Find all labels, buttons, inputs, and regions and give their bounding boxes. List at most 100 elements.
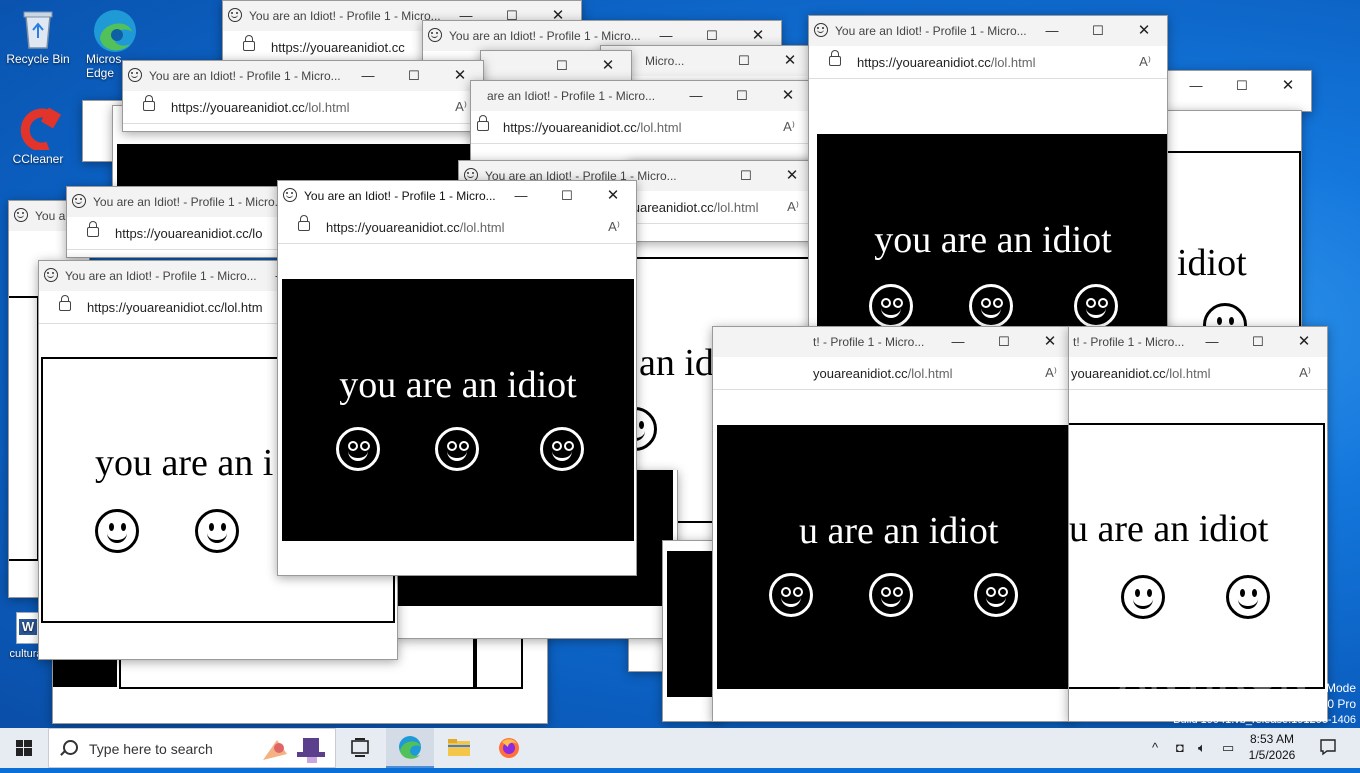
read-aloud-icon[interactable]: A⁾ <box>1045 365 1057 381</box>
url-text[interactable]: https://youareanidiot.cc/lol.html <box>326 220 505 235</box>
maximize-button[interactable]: ☐ <box>721 46 767 76</box>
window-title: You are an Idiot! - Profile 1 - Micro... <box>835 24 1027 38</box>
title-bar[interactable]: You are an Idiot! - Profile 1 - Micro... <box>67 187 307 217</box>
meet-now-icon[interactable]: ◘ <box>1176 740 1184 755</box>
search-box[interactable]: Type here to search <box>48 728 336 768</box>
close-button[interactable]: ✕ <box>1281 327 1327 357</box>
address-bar[interactable]: youareanidiot.cc/lol.html A⁾ <box>1069 357 1327 390</box>
file-explorer-icon[interactable] <box>436 728 482 768</box>
edge-taskbar-button[interactable] <box>386 728 434 768</box>
maximize-button[interactable]: ☐ <box>1219 71 1265 101</box>
volume-icon[interactable]: 🔈︎ <box>1198 740 1206 756</box>
popup-window[interactable]: You are an Idiot! - Profile 1 - Micro...… <box>122 60 484 132</box>
read-aloud-icon[interactable]: A⁾ <box>1299 365 1311 381</box>
address-bar[interactable]: https://youareanidiot.cc/lol.html A⁾ <box>471 111 811 144</box>
title-bar[interactable]: Micro... ☐ ✕ <box>601 46 813 76</box>
smiley-face-icon <box>769 573 813 617</box>
read-aloud-icon[interactable]: A⁾ <box>787 199 799 215</box>
popup-window[interactable]: You are an Idiot! - Profile 1 - Micro...… <box>66 186 308 258</box>
maximize-button[interactable]: ☐ <box>544 181 590 211</box>
url-text[interactable]: youareanidiot.cc/lol.html <box>813 366 952 381</box>
desktop-icon-recycle-bin[interactable]: Recycle Bin <box>0 8 76 66</box>
close-button[interactable]: ✕ <box>590 181 636 211</box>
maximize-button[interactable]: ☐ <box>539 51 585 81</box>
address-bar[interactable]: https://youareanidiot.cc/lol.html A⁾ <box>809 46 1167 79</box>
ccleaner-icon <box>18 107 62 152</box>
smiley-face-icon <box>1074 284 1118 328</box>
minimize-button[interactable]: — <box>935 327 981 357</box>
url-text[interactable]: https://youareanidiot.cc/lol.htm <box>87 300 263 315</box>
close-button[interactable]: ✕ <box>767 46 813 76</box>
message-panel: u are an idiot <box>717 425 1069 689</box>
network-icon[interactable]: ▭ <box>1222 740 1234 756</box>
close-button[interactable]: ✕ <box>1121 16 1167 46</box>
read-aloud-icon[interactable]: A⁾ <box>455 99 467 115</box>
minimize-button[interactable]: — <box>345 61 391 91</box>
white-panel <box>9 296 39 561</box>
address-bar[interactable]: https://youareanidiot.cc/lo <box>67 217 307 250</box>
read-aloud-icon[interactable]: A⁾ <box>1139 54 1151 70</box>
popup-window-active[interactable]: You are an Idiot! - Profile 1 - Micro...… <box>277 180 637 576</box>
smiley-favicon-icon <box>14 208 28 222</box>
url-text[interactable]: youareanidiot.cc/lol.html <box>619 200 758 215</box>
close-button[interactable]: ✕ <box>765 81 811 111</box>
desktop-icon-ccleaner[interactable]: CCleaner <box>0 107 76 166</box>
windows-build-watermark: Mode 10 Pro Build 19041.vb_release.19120… <box>1170 680 1356 728</box>
smiley-face-icon <box>336 427 380 471</box>
title-bar[interactable]: t! - Profile 1 - Micro... — ☐ ✕ <box>1069 327 1327 357</box>
title-bar[interactable]: You are an Idiot! - Profile 1 - Micro...… <box>123 61 483 91</box>
minimize-button[interactable]: — <box>1029 16 1075 46</box>
message-panel: you are an idiot <box>282 279 634 541</box>
url-text[interactable]: https://youareanidiot.cc/lo <box>115 226 262 241</box>
maximize-button[interactable]: ☐ <box>981 327 1027 357</box>
window-title: You ar <box>35 209 70 223</box>
window-title: You are an Idiot! - Profile 1 - Micro... <box>93 195 285 209</box>
minimize-button[interactable]: — <box>1173 71 1219 101</box>
minimize-button[interactable]: — <box>673 81 719 111</box>
address-bar[interactable]: https://youareanidiot.cc/lol.html A⁾ <box>123 91 483 124</box>
search-highlight-icon <box>259 734 329 764</box>
lock-icon <box>829 50 841 66</box>
url-text[interactable]: https://youareanidiot.cc <box>271 40 405 55</box>
read-aloud-icon[interactable]: A⁾ <box>783 119 795 135</box>
address-bar[interactable]: youareanidiot.cc/lol.html A⁾ <box>713 357 1073 390</box>
popup-window[interactable]: are an Idiot! - Profile 1 - Micro... — ☐… <box>470 80 812 162</box>
message-panel: you are an idiot <box>817 134 1167 346</box>
url-text[interactable]: https://youareanidiot.cc/lol.html <box>857 55 1036 70</box>
smiley-favicon-icon <box>44 268 58 282</box>
url-text[interactable]: https://youareanidiot.cc/lol.html <box>503 120 682 135</box>
maximize-button[interactable]: ☐ <box>391 61 437 91</box>
title-bar[interactable]: are an Idiot! - Profile 1 - Micro... — ☐… <box>471 81 811 111</box>
title-bar[interactable]: t! - Profile 1 - Micro... — ☐ ✕ <box>713 327 1073 357</box>
task-view-icon[interactable] <box>340 728 380 768</box>
maximize-button[interactable]: ☐ <box>1235 327 1281 357</box>
popup-window[interactable]: — ☐ ✕ <box>1164 70 1312 112</box>
close-button[interactable]: ✕ <box>1027 327 1073 357</box>
close-button[interactable]: ✕ <box>585 51 631 81</box>
url-text[interactable]: youareanidiot.cc/lol.html <box>1071 366 1210 381</box>
show-hidden-icons[interactable]: ^ <box>1152 740 1158 755</box>
smiley-face-icon <box>869 284 913 328</box>
popup-window[interactable]: You are an Idiot! - Profile 1 - Micro...… <box>808 15 1168 347</box>
notification-center-icon[interactable] <box>1318 737 1338 760</box>
read-aloud-icon[interactable]: A⁾ <box>608 219 620 235</box>
window-title: You are an Idiot! - Profile 1 - Micro... <box>65 269 257 283</box>
recycle-bin-icon <box>18 8 58 49</box>
minimize-button[interactable]: — <box>1189 327 1235 357</box>
popup-window[interactable]: idiot <box>1166 110 1302 342</box>
maximize-button[interactable]: ☐ <box>719 81 765 111</box>
edge-icon <box>92 8 136 52</box>
clock[interactable]: 8:53 AM 1/5/2026 <box>1242 731 1302 763</box>
close-button[interactable]: ✕ <box>1265 71 1311 101</box>
maximize-button[interactable]: ☐ <box>723 161 769 191</box>
title-bar[interactable]: ☐ ✕ <box>481 51 631 81</box>
start-button[interactable] <box>0 728 48 768</box>
popup-window[interactable]: t! - Profile 1 - Micro... — ☐ ✕ youarean… <box>712 326 1074 722</box>
maximize-button[interactable]: ☐ <box>1075 16 1121 46</box>
firefox-icon[interactable] <box>486 728 532 768</box>
title-bar[interactable]: You are an Idiot! - Profile 1 - Micro...… <box>278 181 636 211</box>
url-text[interactable]: https://youareanidiot.cc/lol.html <box>171 100 350 115</box>
minimize-button[interactable]: — <box>498 181 544 211</box>
title-bar[interactable]: You are an Idiot! - Profile 1 - Micro...… <box>809 16 1167 46</box>
address-bar[interactable]: https://youareanidiot.cc/lol.html A⁾ <box>278 211 636 244</box>
